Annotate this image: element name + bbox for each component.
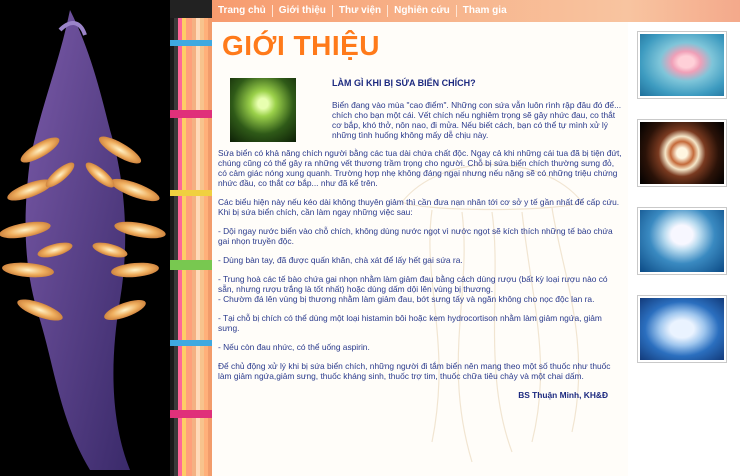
article-paragraph: Để chủ động xử lý khi bị sứa biển chích,…: [218, 361, 611, 381]
nav-link-join[interactable]: Tham gia: [457, 5, 513, 17]
brown-jellyfish-photo[interactable]: [638, 120, 726, 186]
nav-link-research[interactable]: Nghiên cứu: [388, 5, 457, 17]
pink-jellyfish-photo[interactable]: [638, 32, 726, 98]
nav-link-library[interactable]: Thư viện: [333, 5, 389, 17]
article-paragraph: - Tại chỗ bị chích có thể dùng một loại …: [218, 313, 602, 333]
article-heading: LÀM GÌ KHI BỊ SỨA BIỂN CHÍCH?: [332, 78, 476, 88]
article-paragraph: - Nếu còn đau nhức, có thể uống aspirin.: [218, 342, 370, 352]
decorative-stripe-band: [170, 0, 212, 476]
nudibranch-photo: [0, 0, 170, 476]
blue-jellyfish-photo[interactable]: [638, 296, 726, 362]
top-nav-bar: Trang chủ Giới thiệu Thư viện Nghiên cứu…: [212, 0, 628, 22]
article-body: LÀM GÌ KHI BỊ SỨA BIỂN CHÍCH? Biển đang …: [218, 78, 622, 400]
nav-link-about[interactable]: Giới thiệu: [273, 5, 333, 17]
article-intro: Biển đang vào mùa "cao điểm". Những con …: [332, 100, 622, 140]
article-paragraph: - Dùng bàn tay, đã được quấn khăn, chà x…: [218, 255, 463, 265]
article-paragraph: Sứa biển có khả năng chích người bằng cá…: [218, 148, 622, 188]
white-jellyfish-photo[interactable]: [638, 208, 726, 274]
page-title: GIỚI THIỆU: [222, 30, 381, 61]
article-paragraph: - Dội ngay nước biển vào chỗ chích, khôn…: [218, 226, 613, 246]
main-content: GIỚI THIỆU LÀM GÌ KHI BỊ SỨA BIỂN CHÍCH?…: [212, 22, 628, 476]
article-paragraph: Các biểu hiện này nếu kéo dài không thuy…: [218, 197, 620, 217]
nav-bar-extension: [628, 0, 740, 22]
nav-link-home[interactable]: Trang chủ: [212, 5, 273, 17]
article-signature: BS Thuận Minh, KH&Đ: [518, 390, 608, 400]
thumbnail-column: [628, 0, 740, 476]
article-paragraph: - Trung hoà các tế bào chứa gai nhọn nhằ…: [218, 274, 608, 304]
